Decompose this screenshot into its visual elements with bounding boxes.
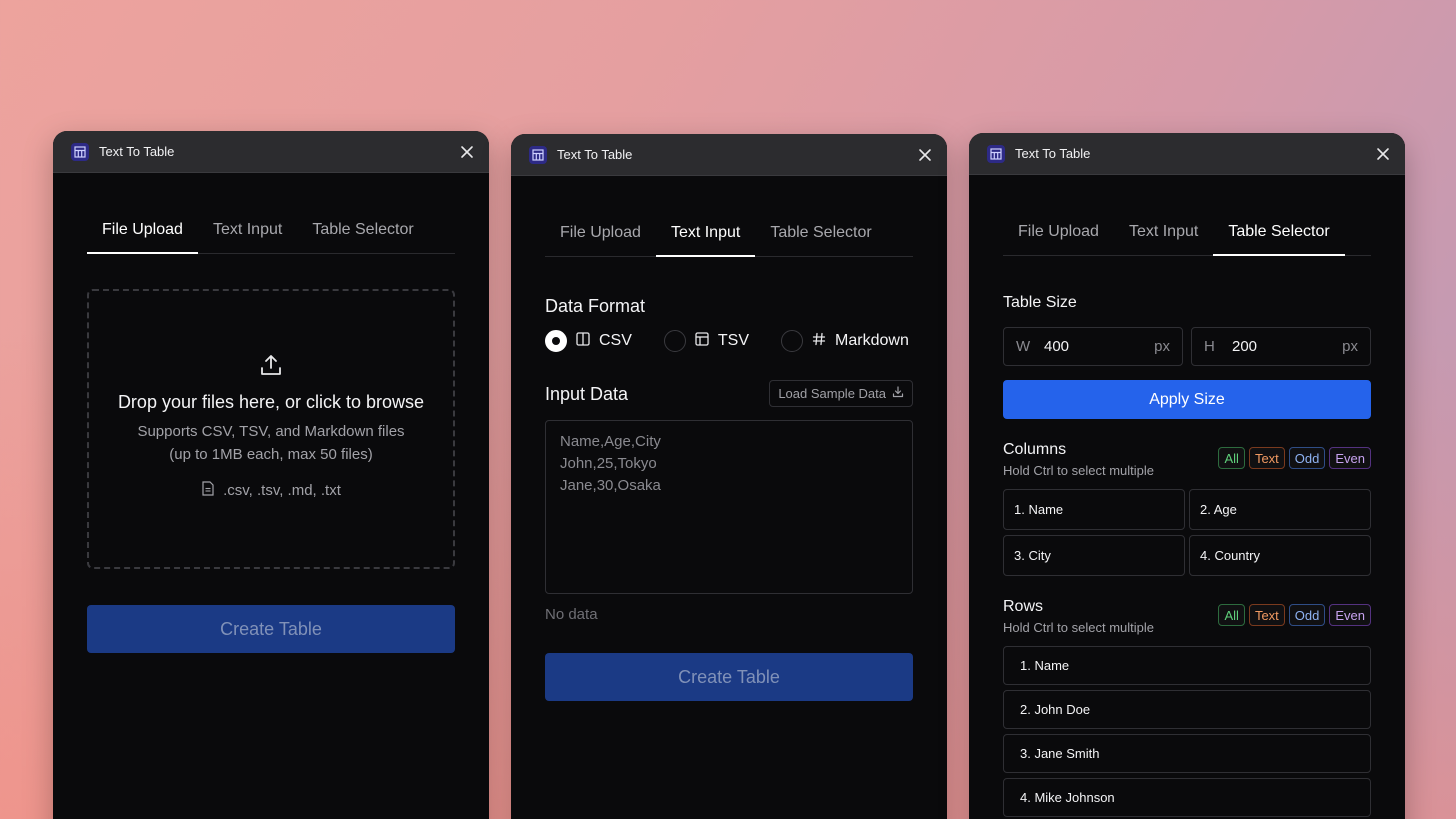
row-item[interactable]: 4. Mike Johnson xyxy=(1003,778,1371,817)
rows-hint: Hold Ctrl to select multiple xyxy=(1003,620,1154,635)
row-filter-group: All Text Odd Even xyxy=(1218,604,1371,626)
drop-subtitle: Supports CSV, TSV, and Markdown files (u… xyxy=(137,420,404,466)
row-item[interactable]: 1. Name xyxy=(1003,646,1371,685)
filter-text-button[interactable]: Text xyxy=(1248,447,1285,469)
panel-file-upload: Text To Table File Upload Text Input Tab… xyxy=(53,131,489,819)
app-title: Text To Table xyxy=(557,147,633,162)
tab-bar: File Upload Text Input Table Selector xyxy=(545,212,913,257)
column-grid: 1. Name 2. Age 3. City 4. Country xyxy=(1003,489,1371,576)
load-sample-data-button[interactable]: Load Sample Data xyxy=(769,380,913,407)
table-app-icon xyxy=(529,145,547,164)
columns-icon xyxy=(576,331,590,351)
drop-subtitle-line-1: Supports CSV, TSV, and Markdown files xyxy=(137,423,405,440)
row-item[interactable]: 2. John Doe xyxy=(1003,690,1371,729)
table-app-icon xyxy=(987,144,1005,163)
filter-odd-button[interactable]: Odd xyxy=(1288,604,1326,626)
column-item[interactable]: 1. Name xyxy=(1003,489,1185,530)
app-title: Text To Table xyxy=(99,144,175,159)
format-radio-group: CSV TSV Markdown xyxy=(545,330,913,352)
app-title: Text To Table xyxy=(1015,146,1091,161)
tab-file-upload[interactable]: File Upload xyxy=(87,209,198,254)
tab-bar: File Upload Text Input Table Selector xyxy=(1003,211,1371,256)
row-item[interactable]: 3. Jane Smith xyxy=(1003,734,1371,773)
width-unit: px xyxy=(1154,338,1170,355)
format-label-csv: CSV xyxy=(599,332,632,349)
tab-table-selector[interactable]: Table Selector xyxy=(755,212,886,257)
columns-title: Columns xyxy=(1003,441,1067,458)
width-value: 400 xyxy=(1044,338,1070,355)
column-item[interactable]: 2. Age xyxy=(1189,489,1371,530)
tab-text-input[interactable]: Text Input xyxy=(198,209,297,254)
filter-all-button[interactable]: All xyxy=(1218,447,1245,469)
create-table-button[interactable]: Create Table xyxy=(87,605,455,653)
upload-icon xyxy=(259,353,283,382)
input-data-title: Input Data xyxy=(545,384,629,404)
close-icon[interactable] xyxy=(457,142,477,162)
titlebar: Text To Table xyxy=(511,134,947,176)
tab-bar: File Upload Text Input Table Selector xyxy=(87,209,455,254)
format-option-markdown[interactable]: Markdown xyxy=(781,330,909,352)
row-list: 1. Name 2. John Doe 3. Jane Smith 4. Mik… xyxy=(1003,646,1371,817)
apply-size-button[interactable]: Apply Size xyxy=(1003,380,1371,419)
radio-csv[interactable] xyxy=(545,330,567,352)
extensions-text: .csv, .tsv, .md, .txt xyxy=(223,482,341,499)
titlebar: Text To Table xyxy=(53,131,489,173)
tab-file-upload[interactable]: File Upload xyxy=(545,212,656,257)
format-label-markdown: Markdown xyxy=(835,332,909,349)
file-drop-zone[interactable]: Drop your files here, or click to browse… xyxy=(87,289,455,569)
sample-button-label: Load Sample Data xyxy=(778,386,886,401)
format-option-csv[interactable]: CSV xyxy=(545,330,632,352)
table-size-title: Table Size xyxy=(1003,294,1077,311)
panel-text-input: Text To Table File Upload Text Input Tab… xyxy=(511,134,947,819)
drop-subtitle-line-2: (up to 1MB each, max 50 files) xyxy=(169,446,373,463)
format-label-tsv: TSV xyxy=(717,332,750,349)
create-table-button[interactable]: Create Table xyxy=(545,653,913,701)
tab-file-upload[interactable]: File Upload xyxy=(1003,211,1114,256)
table-app-icon xyxy=(71,142,89,161)
panel-table-selector: Text To Table File Upload Text Input Tab… xyxy=(969,133,1405,819)
close-icon[interactable] xyxy=(915,145,935,165)
radio-markdown[interactable] xyxy=(781,330,804,352)
height-prefix: H xyxy=(1204,338,1215,355)
filter-text-button[interactable]: Text xyxy=(1248,604,1285,626)
tab-table-selector[interactable]: Table Selector xyxy=(297,209,428,254)
file-icon xyxy=(201,481,215,500)
width-prefix: W xyxy=(1016,338,1031,355)
hash-icon xyxy=(812,332,826,351)
extensions-line: .csv, .tsv, .md, .txt xyxy=(201,481,341,500)
rows-title: Rows xyxy=(1003,598,1044,615)
radio-tsv[interactable] xyxy=(663,330,686,352)
filter-all-button[interactable]: All xyxy=(1218,604,1245,626)
input-data-textarea[interactable]: Name,Age,City John,25,Tokyo Jane,30,Osak… xyxy=(545,420,913,594)
filter-even-button[interactable]: Even xyxy=(1329,604,1371,626)
status-text: No data xyxy=(545,606,598,623)
columns-hint: Hold Ctrl to select multiple xyxy=(1003,463,1154,478)
height-input[interactable]: H 200 px xyxy=(1191,327,1371,366)
filter-even-button[interactable]: Even xyxy=(1329,447,1371,469)
column-filter-group: All Text Odd Even xyxy=(1218,447,1371,469)
download-icon xyxy=(892,386,904,401)
tab-text-input[interactable]: Text Input xyxy=(655,212,756,257)
tab-text-input[interactable]: Text Input xyxy=(1114,211,1213,256)
table-icon xyxy=(695,331,709,351)
data-format-title: Data Format xyxy=(545,296,646,316)
width-input[interactable]: W 400 px xyxy=(1003,327,1183,366)
drop-title: Drop your files here, or click to browse xyxy=(117,392,425,412)
tab-table-selector[interactable]: Table Selector xyxy=(1213,211,1345,256)
height-value: 200 xyxy=(1232,338,1258,355)
column-item[interactable]: 3. City xyxy=(1003,535,1185,576)
titlebar: Text To Table xyxy=(969,133,1405,175)
format-option-tsv[interactable]: TSV xyxy=(663,330,750,352)
filter-odd-button[interactable]: Odd xyxy=(1288,447,1326,469)
height-unit: px xyxy=(1342,338,1358,355)
close-icon[interactable] xyxy=(1373,144,1393,164)
column-item[interactable]: 4. Country xyxy=(1189,535,1371,576)
